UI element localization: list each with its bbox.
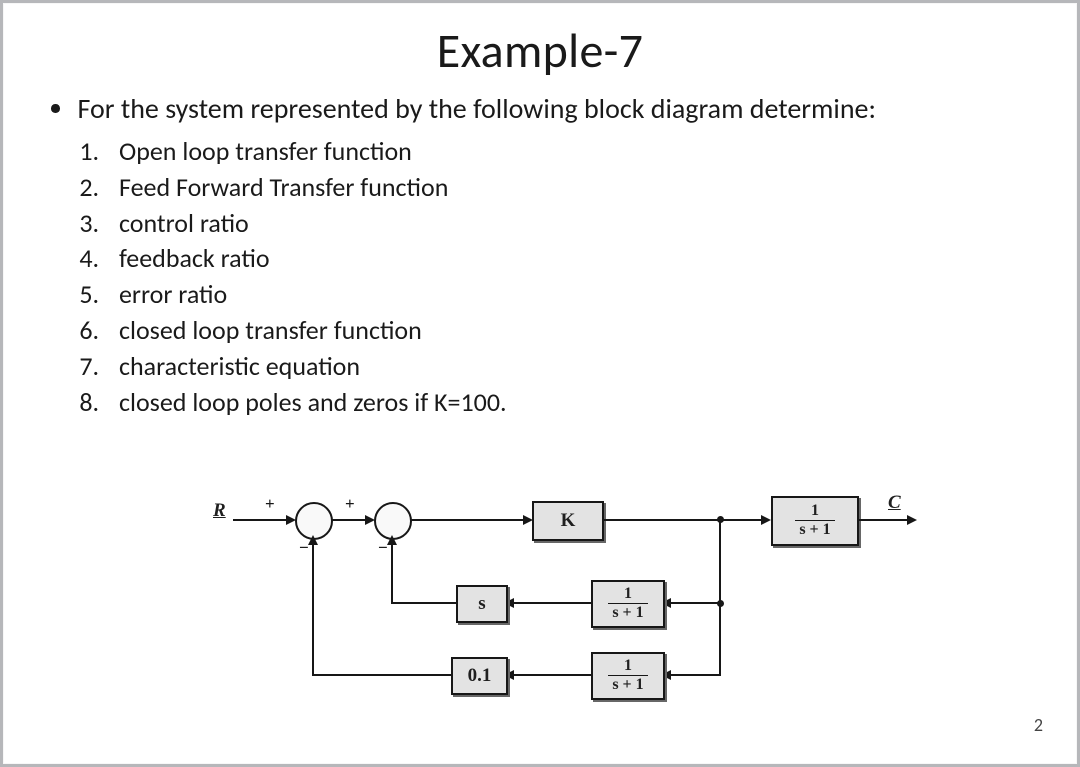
wire — [670, 602, 720, 604]
block-inner-feedback-s-label: s — [478, 593, 485, 615]
wire — [410, 519, 525, 521]
wire — [513, 674, 591, 676]
wire — [602, 519, 763, 521]
wire — [513, 602, 591, 604]
wire — [857, 519, 909, 521]
list-item: closed loop poles and zeros if K=100. — [105, 385, 1035, 421]
slide-title: Example-7 — [45, 21, 1035, 80]
wire — [391, 538, 393, 604]
list-item: Feed Forward Transfer function — [105, 170, 1035, 206]
list-item: Open loop transfer function — [105, 134, 1035, 170]
prompt-text: For the system represented by the follow… — [78, 90, 1036, 128]
list-item: characteristic equation — [105, 349, 1035, 385]
list-item: control ratio — [105, 206, 1035, 242]
block-outer-feedback-tf: 1 s + 1 — [591, 652, 665, 700]
slide-number: 2 — [1034, 714, 1043, 736]
arrow-icon — [761, 515, 771, 525]
output-label: C — [888, 492, 901, 514]
block-k-label: K — [561, 510, 576, 532]
wire — [331, 519, 367, 521]
block-outer-feedback-gain: 0.1 — [451, 657, 508, 695]
arrow-icon — [308, 530, 318, 545]
wire — [391, 602, 456, 604]
block-inner-feedback-tf-label: 1 s + 1 — [608, 586, 647, 622]
block-outer-feedback-tf-label: 1 s + 1 — [608, 658, 647, 694]
block-inner-feedback-tf: 1 s + 1 — [591, 580, 665, 628]
wire — [233, 519, 288, 521]
input-label: R — [213, 500, 226, 522]
wire — [312, 674, 451, 676]
block-output-tf-label: 1 s + 1 — [795, 503, 834, 539]
slide-page: Example-7 For the system represented by … — [0, 0, 1080, 767]
prompt-bullet: For the system represented by the follow… — [51, 90, 1035, 128]
block-diagram: R + − + − K 1 s + 1 — [193, 488, 953, 728]
wire — [719, 521, 721, 603]
sum1-plus-sign: + — [265, 494, 275, 514]
wire — [719, 604, 721, 676]
block-output-tf: 1 s + 1 — [771, 496, 859, 546]
question-list: Open loop transfer function Feed Forward… — [105, 134, 1035, 421]
arrow-icon — [907, 515, 917, 525]
list-item: feedback ratio — [105, 241, 1035, 277]
block-inner-feedback-s: s — [456, 585, 508, 623]
wire — [670, 674, 721, 676]
arrow-icon — [387, 530, 397, 545]
wire — [312, 538, 314, 676]
block-k: K — [532, 501, 604, 541]
sum2-plus-sign: + — [345, 494, 355, 514]
bullet-dot-icon — [51, 104, 60, 113]
list-item: error ratio — [105, 277, 1035, 313]
block-outer-feedback-gain-label: 0.1 — [468, 665, 492, 687]
list-item: closed loop transfer function — [105, 313, 1035, 349]
